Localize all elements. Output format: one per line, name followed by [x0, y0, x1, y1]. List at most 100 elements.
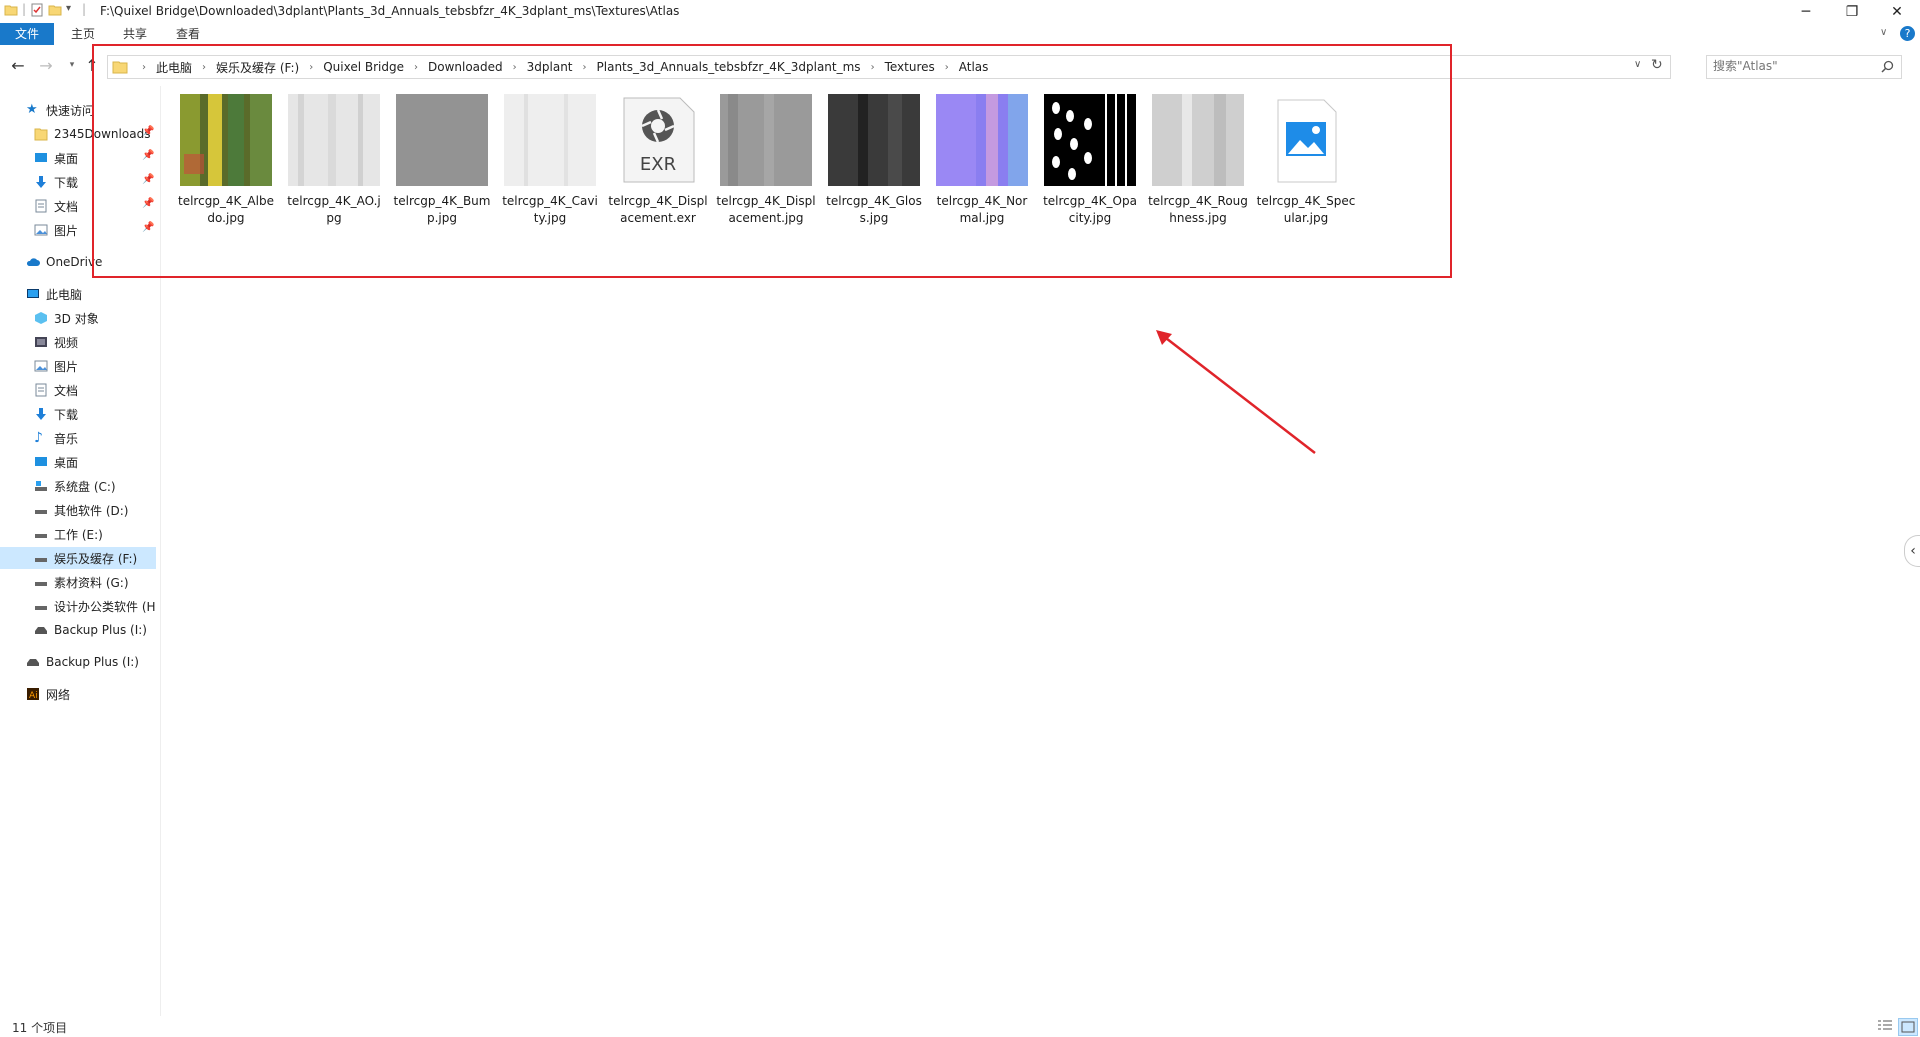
external-drive-icon [27, 659, 39, 666]
desktop-icon [35, 457, 47, 466]
sidebar-item-onedrive[interactable]: OneDrive [26, 251, 102, 273]
recent-locations-button[interactable]: ▾ [62, 55, 82, 75]
refresh-icon[interactable]: ↻ [1651, 57, 1663, 73]
forward-button[interactable]: → [36, 55, 56, 75]
chevron-down-icon: ▾ [69, 60, 75, 70]
sidebar-item-3d-objects[interactable]: 3D 对象 [34, 307, 99, 329]
download-icon [36, 408, 46, 420]
drive-icon [35, 558, 47, 562]
sidebar-item-downloads-pc[interactable]: 下载 [34, 403, 78, 425]
annotation-arrow [1156, 330, 1316, 454]
system-drive-icon [35, 481, 47, 491]
sidebar-item-music[interactable]: ♪ 音乐 [34, 427, 78, 449]
folder-icon [34, 128, 48, 141]
qa-dropdown-icon[interactable]: ▾ [66, 3, 71, 14]
forward-arrow-icon: → [39, 55, 53, 75]
sidebar-item-label: 桌面 [54, 455, 79, 470]
address-dropdown-icon[interactable]: ∨ [1634, 59, 1641, 70]
sidebar-item-label: 快速访问 [46, 103, 95, 118]
sidebar-item-pictures[interactable]: 图片 [34, 219, 78, 241]
sidebar-item-drive-i[interactable]: Backup Plus (I:) [34, 619, 147, 641]
tab-file[interactable]: 文件 [0, 23, 54, 45]
sidebar-item-this-pc[interactable]: 此电脑 [26, 283, 82, 305]
sidebar-item-label: 桌面 [54, 151, 79, 166]
sidebar-item-label: 此电脑 [46, 287, 83, 302]
sidebar-item-label: 工作 (E:) [54, 527, 103, 542]
sidebar-item-label: 下载 [54, 407, 79, 422]
sidebar-item-drive-h[interactable]: 设计办公类软件 (H: [34, 595, 156, 617]
svg-text:Ai: Ai [29, 691, 38, 701]
sidebar-item-label: 素材资料 (G:) [54, 575, 129, 590]
sidebar-item-drive-f[interactable]: 娱乐及缓存 (F:) [0, 547, 156, 569]
tab-view[interactable]: 查看 [162, 23, 214, 45]
folder-icon [4, 5, 18, 16]
cloud-icon [26, 258, 40, 266]
sidebar-item-label: 文档 [54, 383, 79, 398]
drive-icon [35, 582, 47, 586]
sidebar-item-documents[interactable]: 文档 [34, 195, 78, 217]
sidebar-item-label: 音乐 [54, 431, 79, 446]
status-bar: 11 个项目 [0, 1016, 1920, 1037]
tab-share[interactable]: 共享 [110, 23, 160, 45]
sidebar-item-desktop-pc[interactable]: 桌面 [34, 451, 78, 473]
ribbon-tabs: 文件 主页 共享 查看 ∨ ? [0, 23, 1920, 46]
ribbon-expand-icon[interactable]: ∨ [1880, 27, 1887, 38]
sidebar-item-quick-access[interactable]: ★ 快速访问 [26, 99, 94, 121]
drive-icon [35, 534, 47, 538]
pictures-icon [34, 360, 48, 372]
search-icon[interactable] [1881, 60, 1894, 73]
large-icons-view-icon[interactable] [1898, 1018, 1918, 1036]
search-input[interactable] [1713, 58, 1873, 74]
sidebar-item-drive-g[interactable]: 素材资料 (G:) [34, 571, 129, 593]
sidebar-item-downloads[interactable]: 下载 [34, 171, 78, 193]
close-button[interactable]: ✕ [1874, 0, 1920, 23]
properties-icon[interactable] [30, 3, 44, 17]
video-icon [35, 337, 47, 347]
document-icon [35, 199, 47, 213]
annotation-highlight-box [92, 44, 1452, 278]
drive-icon [35, 606, 47, 610]
new-folder-icon[interactable] [48, 3, 62, 17]
document-icon [35, 383, 47, 397]
desktop-icon [35, 153, 47, 162]
sidebar-item-network[interactable]: Ai 网络 [26, 683, 70, 705]
sidebar-item-drive-e[interactable]: 工作 (E:) [34, 523, 103, 545]
window-title: F:\Quixel Bridge\Downloaded\3dplant\Plan… [100, 4, 680, 18]
sidebar-item-label: 视频 [54, 335, 79, 350]
title-bar: | ▾ | F:\Quixel Bridge\Downloaded\3dplan… [0, 0, 1920, 23]
restore-button[interactable]: ❐ [1829, 0, 1875, 23]
back-arrow-icon: ← [11, 55, 25, 75]
sidebar-item-label: 下载 [54, 175, 79, 190]
sidebar-item-drive-c[interactable]: 系统盘 (C:) [34, 475, 116, 497]
sidebar-item-label: 网络 [46, 687, 71, 702]
sidebar-item-pictures-pc[interactable]: 图片 [34, 355, 78, 377]
sidebar-item-backup-plus[interactable]: Backup Plus (I:) [26, 651, 139, 673]
help-icon[interactable]: ? [1900, 26, 1915, 41]
tab-home[interactable]: 主页 [58, 23, 108, 45]
search-box[interactable] [1706, 55, 1902, 79]
separator: | [22, 2, 27, 16]
sidebar-item-drive-d[interactable]: 其他软件 (D:) [34, 499, 128, 521]
computer-icon [27, 289, 39, 298]
pictures-icon [34, 224, 48, 236]
sidebar-item-label: 娱乐及缓存 (F:) [54, 551, 138, 566]
download-icon [36, 176, 46, 188]
sidebar-item-label: 文档 [54, 199, 79, 214]
minimize-icon: ─ [1801, 3, 1811, 20]
drive-icon [35, 510, 47, 514]
sidebar-item-desktop[interactable]: 桌面 [34, 147, 78, 169]
restore-icon: ❐ [1845, 3, 1859, 20]
details-view-icon[interactable] [1876, 1018, 1894, 1034]
back-button[interactable]: ← [8, 55, 28, 75]
star-icon: ★ [26, 102, 38, 117]
sidebar-item-videos[interactable]: 视频 [34, 331, 78, 353]
minimize-button[interactable]: ─ [1783, 0, 1829, 23]
sidebar-item-documents-pc[interactable]: 文档 [34, 379, 78, 401]
music-icon: ♪ [34, 430, 43, 446]
sidebar-item-label: 3D 对象 [54, 311, 99, 326]
close-icon: ✕ [1891, 3, 1903, 20]
sidebar-item-label: 其他软件 (D:) [54, 503, 129, 518]
item-count: 11 个项目 [12, 1021, 68, 1035]
3d-objects-icon [35, 312, 47, 324]
sidebar-item-label: 系统盘 (C:) [54, 479, 116, 494]
